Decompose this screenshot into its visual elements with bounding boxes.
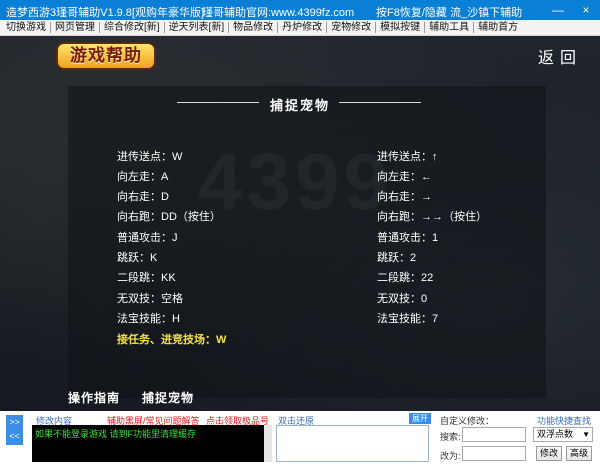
key-row-left: 普通攻击：J xyxy=(117,232,178,244)
key-row-left: 向右跑：DD（按住） xyxy=(117,211,221,223)
key-row-left: 跳跃：K xyxy=(117,252,158,264)
key-row-left: 二段跳：KK xyxy=(117,272,176,284)
menu-item-official[interactable]: 辅助首方 xyxy=(474,20,522,36)
close-button[interactable]: × xyxy=(572,0,600,20)
restore-list[interactable] xyxy=(276,425,429,462)
menu-item-general-edit[interactable]: 综合修改[新] xyxy=(100,20,164,36)
key-row-right: 法宝技能：7 xyxy=(377,313,439,325)
menu-bar: 切换游戏 网页管理 综合修改[新] 逆天列表[新] 物品修改 丹炉修改 宠物修改… xyxy=(0,20,600,36)
game-help-logo: 游戏帮助 xyxy=(56,42,156,70)
console-scrollbar[interactable] xyxy=(264,425,272,462)
window-title: 造梦西游3瑾哥辅助V1.9.8[观购年豪华版] xyxy=(6,7,205,19)
key-row-highlight: 接任务、进竞技场：W xyxy=(117,334,227,346)
key-row-left: 进传送点：W xyxy=(117,151,183,163)
hotkey-hint: 按F8恢复/隐藏 xyxy=(376,7,447,19)
key-row-right: 普通攻击：1 xyxy=(377,232,439,244)
menu-item-furnace-edit[interactable]: 丹炉修改 xyxy=(278,20,326,36)
key-row-right: 无双技：0 xyxy=(377,293,428,305)
tab-guide[interactable]: 操作指南 xyxy=(68,389,120,406)
type-select[interactable]: 双浮点数 ▼ xyxy=(533,427,593,442)
key-row-right: 跳跃：2 xyxy=(377,252,417,264)
section-title: 捕捉宠物 xyxy=(269,98,330,113)
menu-item-item-edit[interactable]: 物品修改 xyxy=(229,20,277,36)
key-row-left: 法宝技能：H xyxy=(117,313,180,325)
menu-item-switch-game[interactable]: 切换游戏 xyxy=(2,20,50,36)
key-row-right: 向右走：→ xyxy=(377,191,432,203)
key-row-right: 进传送点：↑ xyxy=(377,151,438,163)
menu-item-key-sim[interactable]: 模拟按键 xyxy=(376,20,424,36)
key-row-right: 二段跳：22 xyxy=(377,272,434,284)
key-row-left: 无双技：空格 xyxy=(117,293,183,305)
modify-button[interactable]: 修改 xyxy=(536,446,562,461)
change-input[interactable] xyxy=(462,446,526,461)
key-row-left: 向左走：A xyxy=(117,171,169,183)
help-tabs: 操作指南 捕捉宠物 xyxy=(68,389,216,406)
help-panel: 游戏帮助 返回 4399 捕捉宠物 进传送点：W 向左走：A 向右走：D 向右跑… xyxy=(0,36,600,411)
menu-item-cheat-list[interactable]: 逆天列表[新] xyxy=(165,20,229,36)
chevron-down-icon: ▼ xyxy=(582,430,590,439)
advanced-button[interactable]: 高级 xyxy=(566,446,592,461)
menu-item-web-manage[interactable]: 网页管理 xyxy=(51,20,99,36)
site-url: 瑾哥辅助官网:www.4399fz.com xyxy=(202,7,355,19)
title-divider-right xyxy=(339,102,421,103)
key-row-left: 向右走：D xyxy=(117,191,169,203)
side-toggle-button[interactable]: >> << xyxy=(6,415,23,445)
tab-catch-pet[interactable]: 捕捉宠物 xyxy=(142,389,194,406)
quick-find-label: 功能快捷查找 xyxy=(537,416,592,426)
console-log: 如果不能登录游戏 请到F功能里清理缓存 xyxy=(32,425,272,462)
key-row-right: 向右跑：→→（按住） xyxy=(377,211,487,223)
custom-edit-label: 自定义修改： xyxy=(440,416,495,426)
change-label: 改为: xyxy=(440,451,461,461)
search-label: 搜索: xyxy=(440,432,461,442)
back-button[interactable]: 返回 xyxy=(538,44,582,68)
search-input[interactable] xyxy=(462,427,526,442)
key-row-right: 向左走：← xyxy=(377,171,432,183)
watermark: 4399 xyxy=(198,136,392,228)
menu-item-pet-edit[interactable]: 宠物修改 xyxy=(327,20,375,36)
title-bar: 造梦西游3瑾哥辅助V1.9.8[观购年豪华版] 瑾哥辅助官网:www.4399f… xyxy=(0,0,600,20)
status-text: 流_沙镇下辅助 xyxy=(450,7,523,19)
console-message: 如果不能登录游戏 请到F功能里清理缓存 xyxy=(35,429,196,439)
minimize-button[interactable]: — xyxy=(544,0,572,20)
expand-button[interactable]: 展开 xyxy=(409,413,431,424)
menu-item-tools[interactable]: 辅助工具 xyxy=(425,20,473,36)
